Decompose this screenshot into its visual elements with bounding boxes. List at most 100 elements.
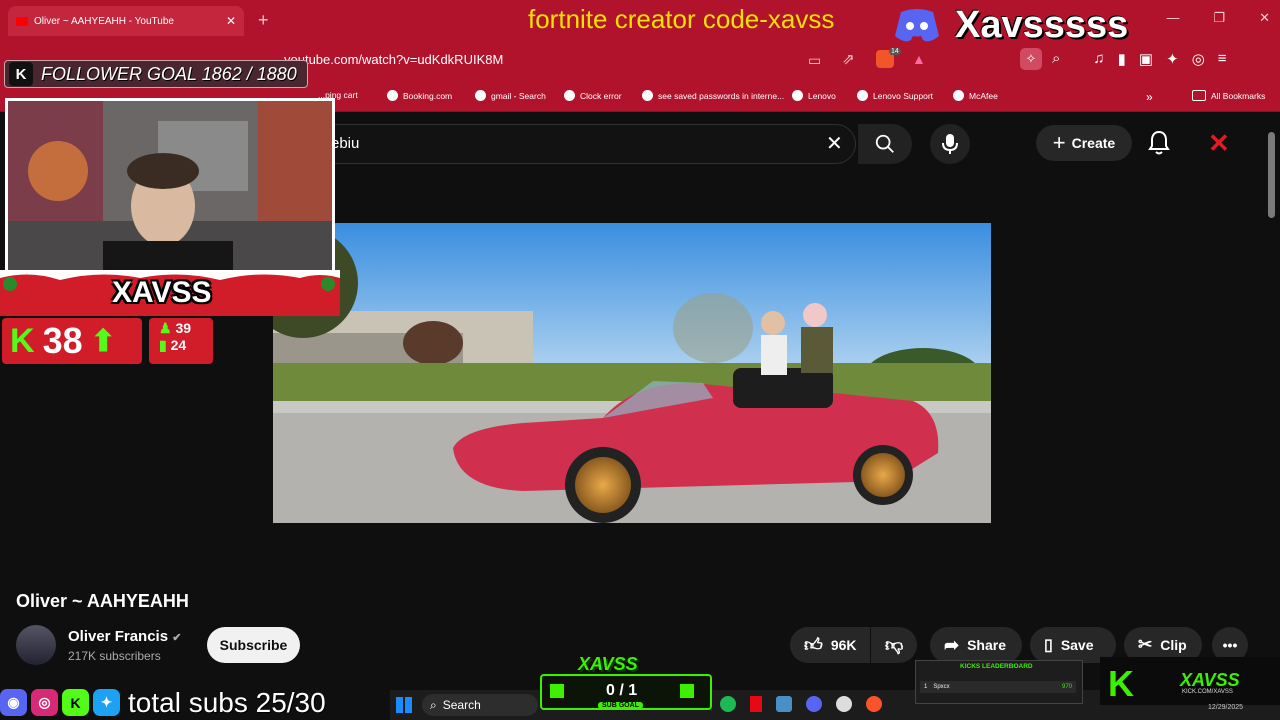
globe-icon bbox=[642, 90, 653, 101]
channel-name[interactable]: Oliver Francis ✔ bbox=[68, 628, 181, 645]
kick-logo-large-icon: K bbox=[1108, 663, 1134, 704]
instagram-icon: ◎ bbox=[31, 689, 58, 716]
kick-logo-icon: K bbox=[9, 62, 33, 86]
video-frame bbox=[273, 223, 991, 523]
create-button[interactable]: + Create bbox=[1036, 125, 1132, 161]
bookmark-item[interactable]: Clock error bbox=[564, 90, 622, 101]
bookmark-item[interactable]: McAfee bbox=[953, 90, 998, 101]
channel-avatar[interactable] bbox=[16, 625, 56, 665]
bell-icon bbox=[1148, 130, 1170, 155]
bookmark-item[interactable]: Lenovo Support bbox=[857, 90, 933, 101]
globe-icon bbox=[475, 90, 486, 101]
tab-close-icon[interactable]: ✕ bbox=[226, 14, 236, 28]
streamer-name: Xavsssss bbox=[955, 4, 1129, 46]
kick-viewer-count: 38 bbox=[42, 320, 83, 361]
globe-icon bbox=[792, 90, 803, 101]
more-icon: ••• bbox=[1222, 637, 1238, 653]
globe-icon bbox=[564, 90, 575, 101]
account-avatar[interactable]: ✕ bbox=[1208, 128, 1230, 159]
follower-goal-text: FOLLOWER GOAL 1862 / 1880 bbox=[41, 63, 297, 84]
kick-small-icon: K bbox=[62, 689, 89, 716]
bookmark-item[interactable]: see saved passwords in interne... bbox=[642, 90, 784, 101]
menu-icon[interactable]: ≡ bbox=[1218, 50, 1227, 68]
video-title: Oliver ~ AAHYEAHH bbox=[16, 591, 189, 611]
share-button[interactable]: ➦ Share bbox=[930, 627, 1022, 663]
follower-goal-bar: K FOLLOWER GOAL 1862 / 1880 bbox=[4, 60, 308, 88]
sub-goal-title: XAVSS bbox=[578, 654, 638, 674]
voice-search-button[interactable] bbox=[930, 124, 970, 164]
thumbs-up-icon: 👍︎ bbox=[804, 635, 823, 655]
cast-icon[interactable]: ▭ bbox=[808, 52, 821, 69]
verified-icon: ✔ bbox=[172, 632, 182, 644]
kick-viewer-box: K 38 ⬆ bbox=[2, 318, 142, 364]
search-input[interactable]: ebiu bbox=[300, 124, 856, 164]
all-bookmarks[interactable]: All Bookmarks bbox=[1192, 90, 1265, 101]
taskbar-apps bbox=[720, 696, 882, 712]
toolbar-icons: ⌕ ♫ ▮ ▣ ✦ ◎ ≡ bbox=[1052, 50, 1227, 68]
cam-name-text: XAVSS bbox=[112, 276, 212, 309]
globe-icon bbox=[857, 90, 868, 101]
search-button[interactable] bbox=[858, 124, 912, 164]
leaderboard-title: KICKS LEADERBOARD bbox=[960, 663, 1033, 670]
music-icon[interactable]: ♫ bbox=[1093, 50, 1104, 68]
video-player[interactable] bbox=[273, 223, 991, 523]
like-button[interactable]: 👍︎ 96K bbox=[790, 627, 870, 663]
find-icon[interactable]: ⌕ bbox=[1052, 50, 1060, 68]
browser-tab[interactable]: Oliver ~ AAHYEAHH - YouTube ✕ bbox=[8, 6, 244, 36]
taskbar-date: 12/29/2025 bbox=[1208, 704, 1244, 711]
brave-rewards-icon[interactable]: ▲ bbox=[912, 51, 926, 67]
twitter-icon: ✦ bbox=[93, 689, 120, 716]
taskbar-search[interactable]: ⌕ Search bbox=[422, 694, 538, 716]
vpn-icon[interactable]: ◎ bbox=[1192, 50, 1205, 68]
bar-chart-icon: ▮ bbox=[159, 337, 167, 353]
subscriber-count: 217K subscribers bbox=[68, 649, 161, 663]
brave-taskbar-icon[interactable] bbox=[866, 696, 882, 712]
bookmark-item[interactable]: gmail - Search bbox=[475, 90, 546, 101]
wallet-icon[interactable]: ▣ bbox=[1139, 50, 1153, 68]
tab-title: Oliver ~ AAHYEAHH - YouTube bbox=[34, 15, 174, 27]
stat-row: ♟ 39 bbox=[159, 320, 192, 336]
globe-icon bbox=[387, 90, 398, 101]
bookmarks-overflow-icon[interactable]: » bbox=[1146, 90, 1153, 104]
share-page-icon[interactable]: ⇗ bbox=[842, 50, 855, 68]
windows-start-icon[interactable] bbox=[396, 697, 412, 713]
sub-goal-value: 0 / 1 bbox=[606, 682, 638, 699]
kick-brand-name: XAVSS bbox=[1180, 670, 1240, 690]
creator-code-text: fortnite creator code-xavss bbox=[528, 4, 835, 34]
notifications-button[interactable] bbox=[1148, 130, 1170, 161]
discord-icon bbox=[893, 6, 941, 49]
close-window-icon[interactable]: ✕ bbox=[1259, 10, 1270, 26]
extensions-icon[interactable]: ✧ bbox=[1020, 48, 1042, 70]
subscribe-button[interactable]: Subscribe bbox=[207, 627, 300, 663]
spotify-icon[interactable] bbox=[720, 696, 736, 712]
search-icon: ⌕ bbox=[430, 697, 437, 712]
search-icon bbox=[875, 134, 894, 153]
total-subs-text: total subs 25/30 bbox=[128, 686, 326, 718]
clear-search-icon[interactable]: ✕ bbox=[826, 131, 843, 156]
stats-box: ♟ 39 ▮ 24 bbox=[149, 318, 213, 364]
obs-icon[interactable] bbox=[836, 696, 852, 712]
netflix-icon[interactable] bbox=[750, 696, 762, 712]
gift-icon bbox=[550, 684, 564, 698]
url-field[interactable]: youtube.com/watch?v=udKdkRUIK8M bbox=[284, 52, 503, 67]
bookmark-icon: ▯ bbox=[1044, 637, 1053, 654]
minimize-icon[interactable]: — bbox=[1166, 10, 1179, 26]
maximize-icon[interactable]: ❐ bbox=[1213, 10, 1225, 26]
folder-icon bbox=[1192, 90, 1206, 101]
bookmark-item[interactable]: Lenovo bbox=[792, 90, 836, 101]
app-icon[interactable] bbox=[776, 696, 792, 712]
share-icon: ➦ bbox=[944, 634, 960, 655]
person-icon: ♟ bbox=[159, 320, 172, 336]
dislike-button[interactable]: 👎︎ bbox=[871, 627, 917, 663]
bookmark-item[interactable]: Booking.com bbox=[387, 90, 452, 101]
kick-k-icon: K bbox=[10, 321, 35, 360]
leaderboard-row: 1 Spxcx 970 bbox=[920, 681, 1076, 693]
new-tab-icon[interactable]: + bbox=[258, 10, 269, 31]
page-scrollbar[interactable] bbox=[1268, 132, 1275, 218]
kick-url: KICK.COM/XAVSS bbox=[1182, 689, 1233, 695]
plus-icon: + bbox=[1052, 130, 1066, 155]
sidebar-icon[interactable]: ▮ bbox=[1118, 50, 1126, 68]
discord-taskbar-icon[interactable] bbox=[806, 696, 822, 712]
up-arrow-icon: ⬆ bbox=[90, 324, 116, 358]
leo-icon[interactable]: ✦ bbox=[1166, 50, 1179, 68]
